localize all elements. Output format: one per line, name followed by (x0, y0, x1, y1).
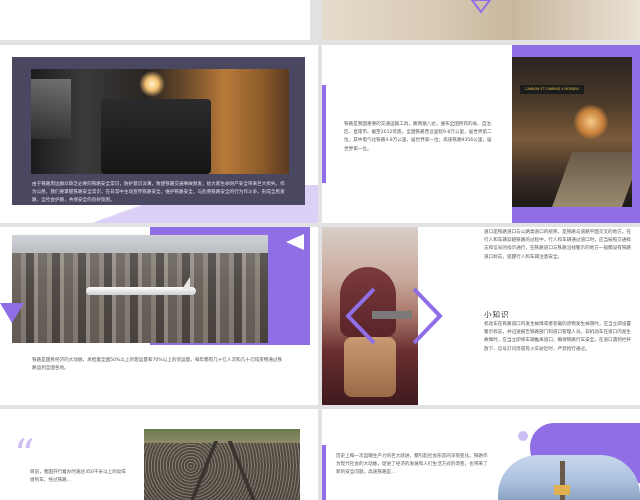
slide-body-text: 由于铁路周边群众缺乏必要的铁路安全常识，防护意识淡薄，致使铁路交通事故频发，给大… (32, 182, 285, 204)
railway-track-photo (144, 429, 300, 500)
purple-dot (518, 431, 528, 441)
sign-pole-photo (498, 455, 640, 500)
accent-bar (322, 85, 326, 183)
locomotive-body (101, 99, 211, 174)
platform (551, 152, 632, 207)
slide-thumbnail-7[interactable]: 历史上每一次运输生产力的巨大跃进，都引起社会形态的深刻变化。铁路作为现代社会的大… (322, 409, 640, 500)
platform-sign: CANNON ST CHARING X MORDEN (520, 85, 584, 94)
tunnel-light (574, 105, 608, 139)
triangle-decoration (470, 0, 492, 14)
city-airplane-photo (12, 235, 268, 343)
smoke (31, 79, 71, 139)
slide-thumbnail-1[interactable] (0, 0, 310, 40)
slide-thumbnail-4[interactable]: 铁路是国民经济的大动脉，承担着全国50%以上的客运量和70%以上的货运量。每年都… (0, 227, 318, 405)
slide-body-text: 历史上每一次运输生产力的巨大跃进，都引起社会形态的深刻变化。铁路作为现代社会的大… (336, 454, 488, 476)
headlight-glow (139, 71, 165, 97)
slide-thumbnail-2[interactable]: 由于铁路周边群众缺乏必要的铁路安全常识，防护意识淡薄，致使铁路交通事故频发，给大… (0, 45, 318, 223)
slide-thumbnail-grid: 由于铁路周边群众缺乏必要的铁路安全常识，防护意识淡薄，致使铁路交通事故频发，给大… (0, 0, 640, 500)
slide-thumbnail-3[interactable]: 铁路是我国重要的交通运输工具，路网遍八达，遍布全国所有的省、自治区、直辖市。截至… (322, 45, 640, 223)
slide-bottom-text: 机动车在铁路道口内发生故障或者装载的货物发生掉落时，应当立即设置警示标志，并迅速… (484, 322, 632, 352)
skyline (12, 253, 268, 343)
airplane (86, 287, 196, 295)
triangle-decoration (286, 234, 304, 250)
accent-bar (322, 445, 326, 500)
track-gravel (144, 443, 300, 500)
slide-thumbnail-1b[interactable] (322, 0, 640, 40)
knowledge-heading: 小知识 (484, 310, 510, 319)
slide-top-text: 道口是铁路道口与公路类道口的统称，是铁路与道路平面交叉的地方。在行人和车辆穿越铁… (484, 230, 632, 260)
slide-body-text: 铁路是我国重要的交通运输工具，路网遍八达，遍布全国所有的省、自治区、直辖市。截至… (344, 122, 492, 152)
slide-thumbnail-5[interactable]: 道口是铁路道口与公路类道口的统称，是铁路与道路平面交叉的地方。在行人和车辆穿越铁… (322, 227, 640, 405)
sign-board (554, 485, 570, 495)
slide-body-text: 铁路是国民经济的大动脉，承担着全国50%以上的客运量和70%以上的货运量。每年都… (32, 358, 283, 372)
subway-station-photo: CANNON ST CHARING X MORDEN (512, 57, 632, 207)
slide-body-text: 目前，我国开行着办时速达350千米以上的动车组列车，经过铁路... (30, 470, 127, 484)
diamond-decoration (345, 287, 443, 345)
locomotive-photo (31, 69, 289, 174)
triangle-decoration-left (0, 303, 24, 323)
airplane-tail (182, 277, 190, 289)
slide-thumbnail-6[interactable]: “ 目前，我国开行着办时速达350千米以上的动车组列车，经过铁路... (0, 409, 318, 500)
